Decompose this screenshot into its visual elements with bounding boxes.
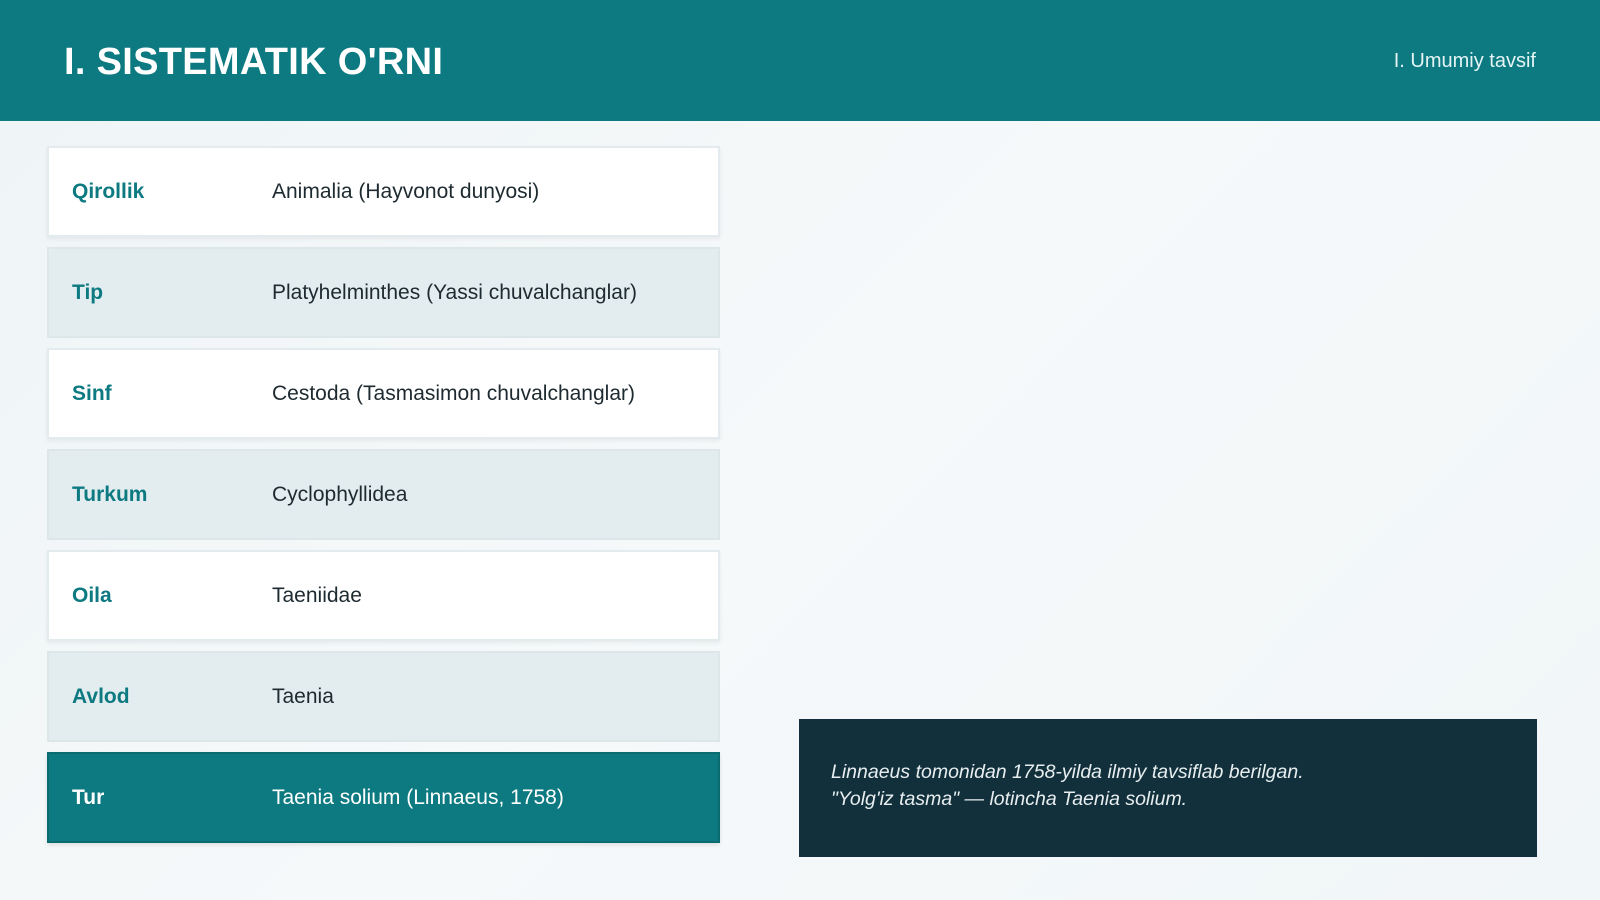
taxonomy-rank: Sinf <box>72 382 112 405</box>
taxonomy-row-phylum: Tip Platyhelminthes (Yassi chuvalchangla… <box>47 247 720 338</box>
taxonomy-name: Taenia solium (Linnaeus, 1758) <box>272 786 564 809</box>
page-title: I. SISTEMATIK O'RNI <box>64 41 444 83</box>
taxonomy-rank: Tip <box>72 281 104 304</box>
header-bar: I. SISTEMATIK O'RNI I. Umumiy tavsif <box>0 0 1600 121</box>
taxonomy-rank: Turkum <box>72 483 148 506</box>
section-label: I. Umumiy tavsif <box>1393 50 1536 72</box>
taxonomy-name: Cyclophyllidea <box>272 483 408 506</box>
taxonomy-row-kingdom: Qirollik Animalia (Hayvonot dunyosi) <box>47 146 720 237</box>
taxonomy-row-genus: Avlod Taenia <box>47 651 720 742</box>
taxonomy-table: Qirollik Animalia (Hayvonot dunyosi) Tip… <box>47 146 720 853</box>
taxonomy-row-order: Turkum Cyclophyllidea <box>47 449 720 540</box>
taxonomy-rank: Qirollik <box>72 180 145 203</box>
taxonomy-name: Taeniidae <box>272 584 362 607</box>
taxonomy-name: Cestoda (Tasmasimon chuvalchanglar) <box>272 382 635 405</box>
taxonomy-name: Taenia <box>272 685 334 708</box>
taxonomy-name: Animalia (Hayvonot dunyosi) <box>272 180 540 203</box>
note-line-1: Linnaeus tomonidan 1758-yilda ilmiy tavs… <box>831 761 1304 783</box>
taxonomy-rank: Oila <box>72 584 112 607</box>
note-line-2: "Yolg'iz tasma" — lotincha Taenia solium… <box>831 788 1188 810</box>
taxonomy-row-species: Tur Taenia solium (Linnaeus, 1758) <box>47 752 720 843</box>
taxonomy-name: Platyhelminthes (Yassi chuvalchanglar) <box>272 281 637 304</box>
taxonomy-rank: Avlod <box>72 685 130 708</box>
taxonomy-row-family: Oila Taeniidae <box>47 550 720 641</box>
note-box: Linnaeus tomonidan 1758-yilda ilmiy tavs… <box>799 719 1537 857</box>
taxonomy-row-class: Sinf Cestoda (Tasmasimon chuvalchanglar) <box>47 348 720 439</box>
taxonomy-rank: Tur <box>72 786 105 809</box>
